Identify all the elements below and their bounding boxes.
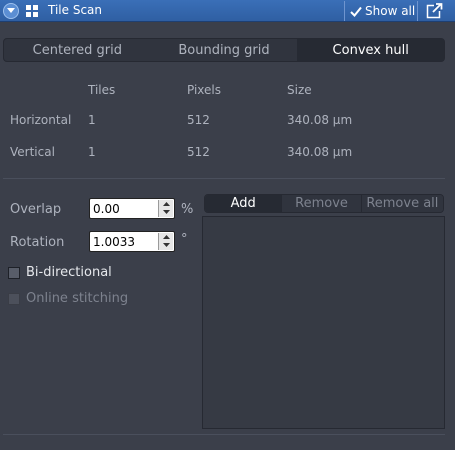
overlap-decrement[interactable] (159, 208, 173, 216)
row-label-horizontal: Horizontal (10, 113, 72, 127)
remove-button[interactable]: Remove (282, 195, 362, 212)
vertical-size-value: 340.08 µm (287, 145, 353, 159)
overlap-label: Overlap (10, 202, 62, 217)
tile-grid-icon (26, 5, 38, 17)
bidirectional-label: Bi-directional (26, 265, 112, 280)
positions-list[interactable] (202, 216, 445, 429)
overlap-increment[interactable] (159, 200, 173, 208)
rotation-decrement[interactable] (159, 241, 173, 249)
row-label-vertical: Vertical (10, 145, 55, 159)
bidirectional-option[interactable]: Bi-directional (8, 265, 112, 280)
rotation-label: Rotation (10, 235, 65, 250)
online-stitching-label: Online stitching (26, 291, 129, 306)
horizontal-pixels-value: 512 (187, 113, 210, 127)
overlap-stepper (158, 200, 173, 217)
column-header-pixels: Pixels (187, 83, 222, 97)
vertical-pixels-value: 512 (187, 145, 210, 159)
rotation-increment[interactable] (159, 233, 173, 241)
bidirectional-checkbox[interactable] (8, 266, 20, 279)
online-stitching-option: Online stitching (8, 291, 128, 306)
horizontal-size-value: 340.08 µm (287, 113, 353, 127)
panel-header: Tile Scan Show all (0, 0, 455, 22)
rotation-unit: ° (181, 232, 188, 247)
overlap-unit: % (181, 202, 194, 217)
position-button-bar: Add Remove Remove all (204, 194, 444, 213)
tab-convex-hull[interactable]: Convex hull (297, 39, 444, 61)
vertical-tiles-value: 1 (88, 145, 96, 159)
show-all-toggle[interactable]: Show all (344, 1, 418, 21)
column-header-size: Size (287, 83, 312, 97)
overlap-input[interactable] (93, 200, 155, 217)
rotation-input[interactable] (93, 233, 155, 250)
chevron-up-icon (162, 202, 170, 206)
tab-bounding-grid[interactable]: Bounding grid (151, 39, 298, 61)
rotation-stepper (158, 233, 173, 250)
horizontal-tiles-value: 1 (88, 113, 96, 127)
rotation-spinbox (89, 231, 175, 252)
panel-title: Tile Scan (48, 3, 102, 17)
chevron-down-icon (7, 8, 15, 13)
checkmark-icon (350, 6, 362, 17)
popout-window-icon[interactable] (426, 3, 443, 19)
chevron-down-icon (162, 243, 170, 247)
collapse-toggle-button[interactable] (3, 3, 19, 19)
add-button[interactable]: Add (205, 195, 283, 212)
scan-mode-tabs: Centered grid Bounding grid Convex hull (3, 38, 445, 62)
bottom-divider (3, 434, 445, 435)
chevron-down-icon (162, 210, 170, 214)
column-header-tiles: Tiles (88, 83, 116, 97)
remove-all-button[interactable]: Remove all (361, 195, 443, 212)
section-divider (3, 178, 445, 179)
online-stitching-checkbox (8, 292, 20, 305)
tab-centered-grid[interactable]: Centered grid (4, 39, 151, 61)
chevron-up-icon (162, 235, 170, 239)
show-all-label: Show all (365, 4, 416, 18)
overlap-spinbox (89, 198, 175, 219)
